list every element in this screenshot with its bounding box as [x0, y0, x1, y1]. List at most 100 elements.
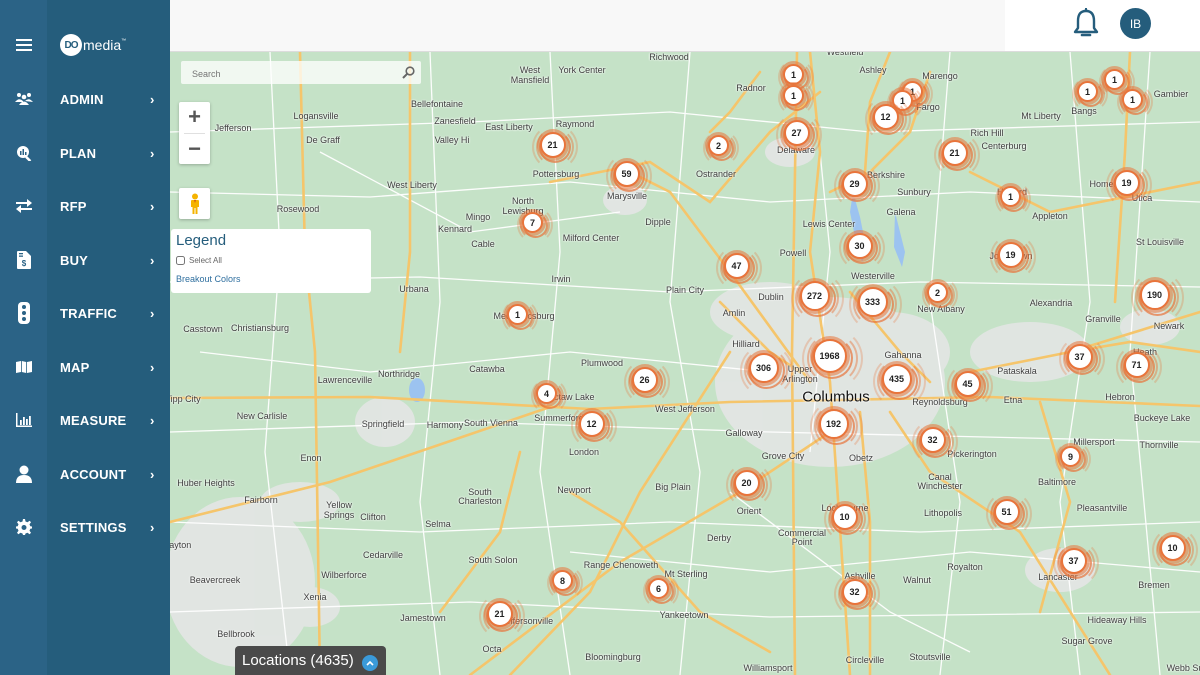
- town-label: Appleton: [1032, 211, 1068, 221]
- town-label: Marengo: [922, 71, 958, 81]
- rail-map[interactable]: [0, 352, 47, 382]
- cluster-count: 6: [648, 578, 669, 599]
- town-label: Royalton: [947, 562, 983, 572]
- nav-admin[interactable]: ADMIN ›: [47, 84, 170, 114]
- rail-account[interactable]: [0, 459, 47, 489]
- nav-account-label: ACCOUNT: [60, 466, 127, 482]
- hamburger-menu-button[interactable]: [0, 30, 47, 60]
- cluster-count: 2: [708, 135, 729, 156]
- nav-map-label: MAP: [60, 359, 90, 375]
- nav-map[interactable]: MAP ›: [47, 352, 170, 382]
- select-all-checkbox[interactable]: [176, 256, 185, 265]
- town-label: West Jefferson: [655, 404, 715, 414]
- town-label: Radnor: [736, 83, 766, 93]
- town-label: South Vienna: [464, 418, 518, 428]
- town-label: Powell: [779, 248, 807, 258]
- chevron-up-icon: [366, 660, 374, 666]
- domedia-logo[interactable]: DO media ™: [60, 34, 126, 56]
- cluster-count: 306: [748, 352, 779, 383]
- nav-traffic[interactable]: TRAFFIC ›: [47, 298, 170, 328]
- nav-rfp[interactable]: RFP ›: [47, 191, 170, 221]
- nav-buy[interactable]: BUY ›: [47, 245, 170, 275]
- expand-locations-button[interactable]: [362, 655, 378, 671]
- town-label: Baltimore: [1037, 477, 1077, 487]
- town-label: St Louisville: [1135, 237, 1185, 247]
- town-label: Gambier: [1153, 89, 1189, 99]
- nav-account[interactable]: ACCOUNT ›: [47, 459, 170, 489]
- legend-title: Legend: [176, 232, 227, 249]
- nav-plan-label: PLAN: [60, 145, 97, 161]
- town-label: Milford Center: [562, 233, 620, 243]
- town-label: Lawrenceville: [317, 375, 373, 385]
- town-label: Winchester: [917, 481, 963, 491]
- town-label: Galena: [886, 207, 916, 217]
- town-label: Range Chenoweth: [583, 560, 659, 570]
- cluster-count: 7: [522, 212, 543, 233]
- rail-measure[interactable]: [0, 405, 47, 435]
- zoom-in-button[interactable]: +: [179, 102, 210, 132]
- street-view-pegman[interactable]: [179, 188, 210, 219]
- rail-admin[interactable]: [0, 84, 47, 114]
- nav-plan[interactable]: PLAN ›: [47, 138, 170, 168]
- breakout-colors-link[interactable]: Breakout Colors: [176, 274, 241, 284]
- town-label: Zanesfield: [434, 116, 476, 126]
- traffic-light-icon: [17, 302, 30, 324]
- nav-buy-label: BUY: [60, 252, 89, 268]
- cluster-count: 27: [783, 119, 810, 146]
- cluster-count: 190: [1139, 279, 1170, 310]
- nav-settings[interactable]: SETTINGS ›: [47, 512, 170, 542]
- zoom-out-button[interactable]: −: [179, 134, 210, 164]
- cluster-count: 12: [578, 410, 605, 437]
- town-label: Northridge: [377, 369, 421, 379]
- cluster-count: 1: [1104, 69, 1125, 90]
- town-label: Westfield: [826, 52, 864, 57]
- user-icon: [15, 465, 32, 483]
- rail-traffic[interactable]: [0, 298, 47, 328]
- chevron-right-icon: ›: [150, 305, 155, 321]
- notifications-button[interactable]: [1072, 8, 1100, 43]
- town-label: Christiansburg: [230, 323, 290, 333]
- locations-panel-toggle[interactable]: Locations (4635): [235, 646, 386, 675]
- map-canvas[interactable]: Westfield Richwood West Mansfield York Cente…: [170, 52, 1200, 675]
- svg-text:$: $: [21, 259, 26, 268]
- town-label: Jefferson: [214, 123, 252, 133]
- hamburger-icon: [15, 39, 32, 51]
- cluster-count: 4: [536, 383, 557, 404]
- exchange-arrows-icon: [15, 199, 32, 213]
- rail-settings[interactable]: [0, 512, 47, 542]
- town-label: Derby: [706, 533, 732, 543]
- town-label: Harmony: [426, 420, 464, 430]
- town-label: Mansfield: [510, 75, 550, 85]
- chevron-right-icon: ›: [150, 145, 155, 161]
- town-label: Plain City: [665, 285, 705, 295]
- logo-trademark: ™: [121, 38, 127, 44]
- cluster-count: 1: [1122, 89, 1143, 110]
- town-label: Springfield: [361, 419, 405, 429]
- map-search-input[interactable]: [181, 61, 404, 86]
- user-avatar[interactable]: IB: [1120, 8, 1151, 39]
- town-label: Obetz: [848, 453, 874, 463]
- town-label: Valley Hi: [434, 135, 470, 145]
- locations-count-label: Locations (4635): [242, 652, 354, 669]
- cluster-count: 9: [1060, 446, 1081, 467]
- town-label: Cable: [471, 239, 495, 249]
- search-icon[interactable]: [402, 66, 415, 79]
- gear-icon: [15, 519, 32, 535]
- town-label: Walnut: [903, 575, 931, 585]
- cluster-count: 1: [783, 85, 804, 106]
- chevron-right-icon: ›: [150, 466, 155, 482]
- nav-measure[interactable]: MEASURE ›: [47, 405, 170, 435]
- cluster-count: 71: [1123, 351, 1150, 378]
- rail-plan[interactable]: [0, 138, 47, 168]
- town-label: Bellbrook: [217, 629, 255, 639]
- chevron-right-icon: ›: [150, 519, 155, 535]
- cluster-count: 333: [857, 286, 888, 317]
- cluster-count: 37: [1066, 343, 1093, 370]
- rail-buy[interactable]: $: [0, 245, 47, 275]
- town-label: Octa: [482, 644, 502, 654]
- town-label: Yankeetown: [659, 610, 709, 620]
- cluster-count: 272: [799, 280, 830, 311]
- town-label: De Graff: [306, 135, 340, 145]
- rail-rfp[interactable]: [0, 191, 47, 221]
- map-icon: [15, 361, 32, 373]
